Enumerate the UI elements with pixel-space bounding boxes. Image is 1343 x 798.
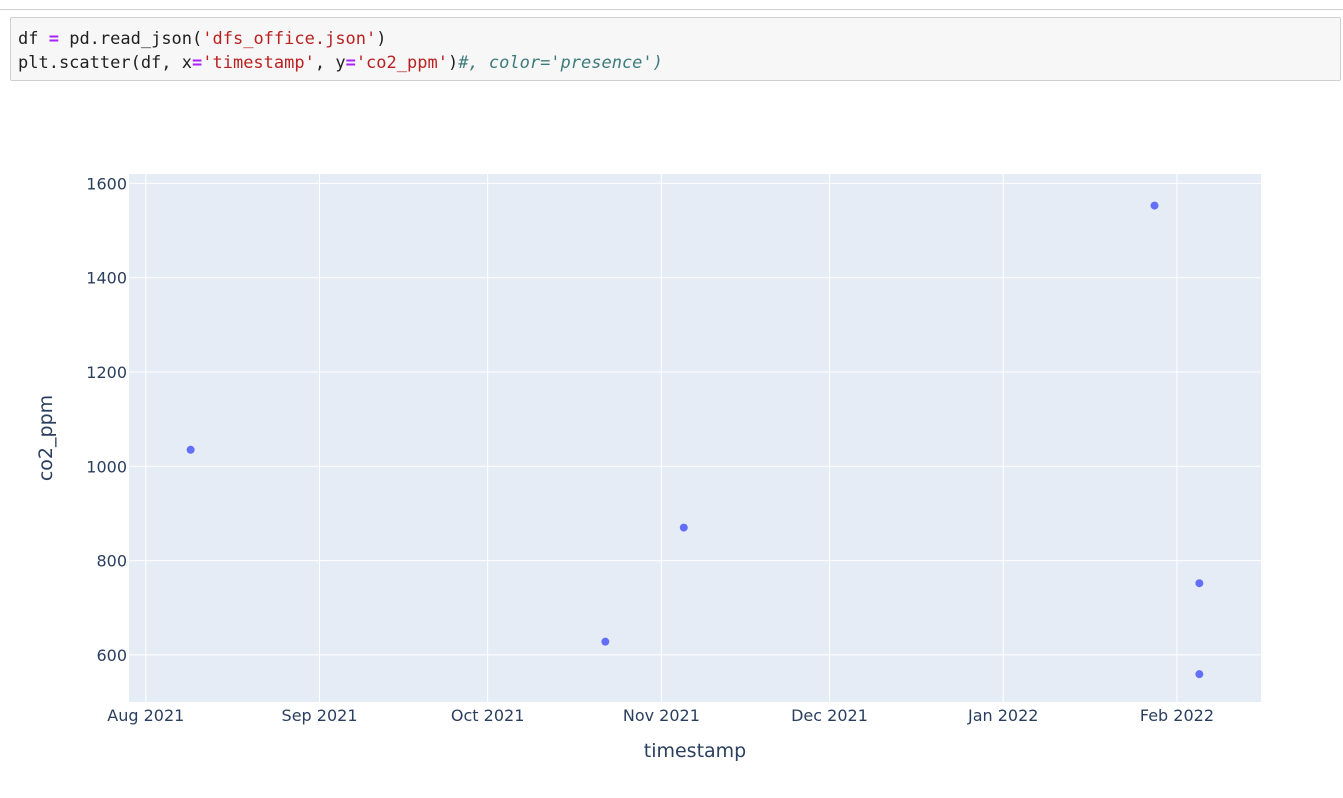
scatter-point	[1195, 670, 1204, 679]
y-tick-label: 800	[96, 552, 127, 571]
code-comment: #, color='presence')	[458, 53, 663, 73]
y-axis-title: co2_ppm	[35, 395, 57, 481]
code-string: 'dfs_office.json'	[202, 29, 377, 49]
code-cell[interactable]: df = pd.read_json('dfs_office.json') plt.…	[10, 17, 1341, 81]
x-tick-label: Sep 2021	[282, 706, 358, 725]
scatter-point	[1195, 579, 1204, 588]
y-tick-label: 1200	[86, 363, 127, 382]
code-line-1: df = pd.read_json('dfs_office.json')	[18, 27, 1340, 51]
y-tick-label: 600	[96, 646, 127, 665]
x-tick-label: Feb 2022	[1140, 706, 1214, 725]
code-token: plt.scatter(df, x	[18, 53, 192, 73]
x-tick-label: Nov 2021	[623, 706, 700, 725]
scatter-point	[601, 637, 610, 646]
x-tick-label: Dec 2021	[791, 706, 868, 725]
code-string: 'co2_ppm'	[355, 53, 448, 73]
x-tick-label: Jan 2022	[967, 706, 1038, 725]
x-tick-label: Aug 2021	[107, 706, 184, 725]
scatter-point	[186, 445, 195, 454]
y-tick-label: 1000	[86, 457, 127, 476]
scatter-point	[679, 523, 688, 532]
notebook-separator	[0, 9, 1343, 10]
code-token: df	[18, 29, 49, 49]
y-tick-label: 1600	[86, 174, 127, 193]
scatter-point	[1150, 201, 1159, 210]
code-operator: =	[345, 53, 356, 73]
code-string: 'timestamp'	[202, 53, 315, 73]
scatter-chart[interactable]: 600 800 1000 1200 1400 1600 Aug 2021 Sep 2021 Oc…	[0, 90, 1343, 798]
plot-area	[129, 174, 1261, 702]
code-token: )	[447, 53, 459, 73]
code-token: )	[376, 29, 387, 49]
code-line-2: plt.scatter(df, x='timestamp', y='co2_pp…	[18, 51, 1340, 75]
code-operator: =	[48, 29, 59, 49]
x-tick-label: Oct 2021	[451, 706, 524, 725]
x-axis-title: timestamp	[644, 740, 747, 762]
y-tick-label: 1400	[86, 269, 127, 288]
code-token: , y	[314, 53, 346, 73]
code-token: pd.read_json(	[58, 29, 203, 49]
code-operator: =	[192, 53, 203, 73]
